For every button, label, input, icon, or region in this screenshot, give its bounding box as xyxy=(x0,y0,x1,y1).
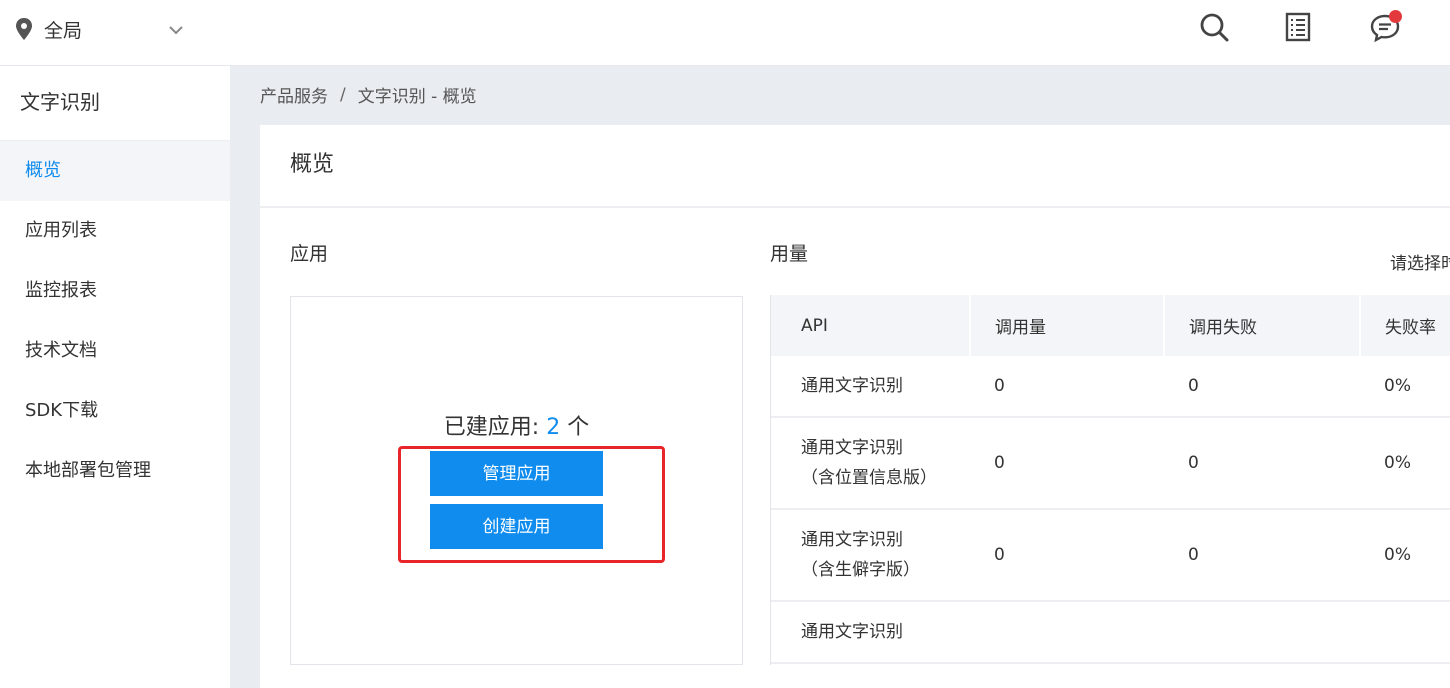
app-summary-box: 已建应用: 2 个 管理应用 创建应用 xyxy=(290,296,743,665)
column-header-failed: 调用失败 xyxy=(1164,295,1361,356)
app-section-title: 应用 xyxy=(290,243,329,265)
breadcrumb-current: 文字识别 - 概览 xyxy=(357,87,477,107)
fail-rate: 0% xyxy=(1360,509,1450,602)
failed-count xyxy=(1164,601,1360,664)
document-list-icon[interactable] xyxy=(1281,10,1315,44)
sidebar-title: 文字识别 xyxy=(0,66,230,141)
top-bar: 全局 xyxy=(0,0,1450,66)
breadcrumb: 产品服务 / 文字识别 - 概览 xyxy=(260,82,477,108)
sidebar: 文字识别 概览 应用列表 监控报表 技术文档 SDK下载 本地部署包管理 xyxy=(0,66,230,688)
sidebar-item-sdk-download[interactable]: SDK下载 xyxy=(0,381,230,441)
table-row: 通用文字识别 0 0 0% xyxy=(771,356,1450,418)
table-header-row: API 调用量 调用失败 失败率 xyxy=(771,295,1450,356)
main-area: 产品服务 / 文字识别 - 概览 概览 应用 用量 请选择时 已建应用: 2 个… xyxy=(230,66,1450,688)
sidebar-item-overview[interactable]: 概览 xyxy=(0,141,230,201)
built-apps-count: 2 xyxy=(546,415,561,440)
sidebar-item-tech-docs[interactable]: 技术文档 xyxy=(0,321,230,381)
sidebar-item-monitor-report[interactable]: 监控报表 xyxy=(0,261,230,321)
chevron-down-icon[interactable] xyxy=(166,20,186,40)
built-apps-label: 已建应用: xyxy=(443,415,540,440)
notification-dot xyxy=(1389,10,1402,23)
breadcrumb-parent[interactable]: 产品服务 xyxy=(260,82,328,107)
built-apps-unit: 个 xyxy=(567,415,590,440)
table-row: 通用文字识别（含位置信息版） 0 0 0% xyxy=(771,417,1450,510)
call-count: 0 xyxy=(970,509,1164,602)
call-count xyxy=(970,601,1164,664)
region-selector[interactable]: 全局 xyxy=(14,14,190,44)
column-header-fail-rate: 失败率 xyxy=(1360,295,1450,356)
date-picker-hint[interactable]: 请选择时 xyxy=(1390,249,1450,274)
api-name: 通用文字识别（含位置信息版） xyxy=(771,417,970,510)
column-header-calls: 调用量 xyxy=(970,295,1165,356)
usage-table: API 调用量 调用失败 失败率 通用文字识别 0 0 0% 通用文字识别（含位… xyxy=(770,295,1450,665)
sidebar-item-app-list[interactable]: 应用列表 xyxy=(0,201,230,261)
column-header-api: API xyxy=(771,295,971,356)
failed-count: 0 xyxy=(1164,509,1360,602)
table-row: 通用文字识别 xyxy=(771,601,1450,664)
sidebar-item-local-deploy[interactable]: 本地部署包管理 xyxy=(0,441,230,501)
page-title: 概览 xyxy=(260,125,1450,208)
fail-rate: 0% xyxy=(1360,356,1450,418)
fail-rate xyxy=(1360,601,1450,664)
call-count: 0 xyxy=(970,356,1164,418)
breadcrumb-separator: / xyxy=(340,84,346,105)
message-icon[interactable] xyxy=(1368,10,1402,44)
search-icon[interactable] xyxy=(1197,10,1231,44)
region-label: 全局 xyxy=(44,19,83,42)
highlight-box xyxy=(398,446,665,563)
call-count: 0 xyxy=(970,417,1164,510)
failed-count: 0 xyxy=(1164,356,1360,418)
failed-count: 0 xyxy=(1164,417,1360,510)
api-name: 通用文字识别 xyxy=(771,601,970,664)
table-row: 通用文字识别（含生僻字版） 0 0 0% xyxy=(771,509,1450,602)
overview-card: 概览 应用 用量 请选择时 已建应用: 2 个 管理应用 创建应用 API 调用… xyxy=(260,125,1450,688)
api-name: 通用文字识别（含生僻字版） xyxy=(771,509,970,602)
usage-section-title: 用量 xyxy=(770,243,809,265)
built-apps-summary: 已建应用: 2 个 xyxy=(291,409,742,441)
api-name: 通用文字识别 xyxy=(771,356,970,418)
fail-rate: 0% xyxy=(1360,417,1450,510)
location-pin-icon xyxy=(16,18,32,40)
